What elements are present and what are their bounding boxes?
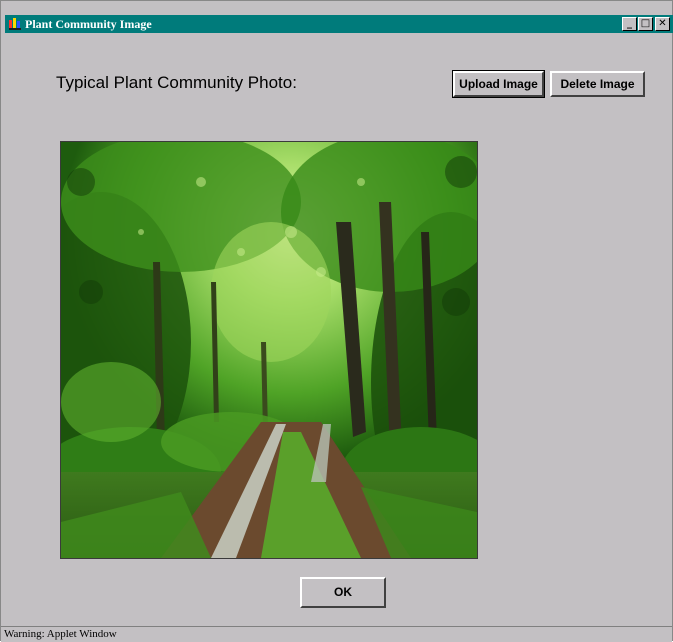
forest-road-image [61,142,477,558]
java-app-icon [8,17,22,31]
photo-heading: Typical Plant Community Photo: [56,73,297,92]
delete-image-button[interactable]: Delete Image [550,71,645,97]
minimize-button[interactable]: _ [622,17,637,31]
ok-button[interactable]: OK [300,577,386,608]
close-button[interactable]: ✕ [655,17,670,31]
title-bar[interactable]: Plant Community Image _ □ ✕ [5,15,673,33]
applet-window: Plant Community Image _ □ ✕ Typical Plan… [0,0,673,642]
upload-image-button[interactable]: Upload Image [452,70,545,98]
status-bar: Warning: Applet Window [1,626,672,642]
maximize-button[interactable]: □ [638,17,653,31]
window-title: Plant Community Image [25,17,152,31]
plant-community-photo [60,141,478,559]
